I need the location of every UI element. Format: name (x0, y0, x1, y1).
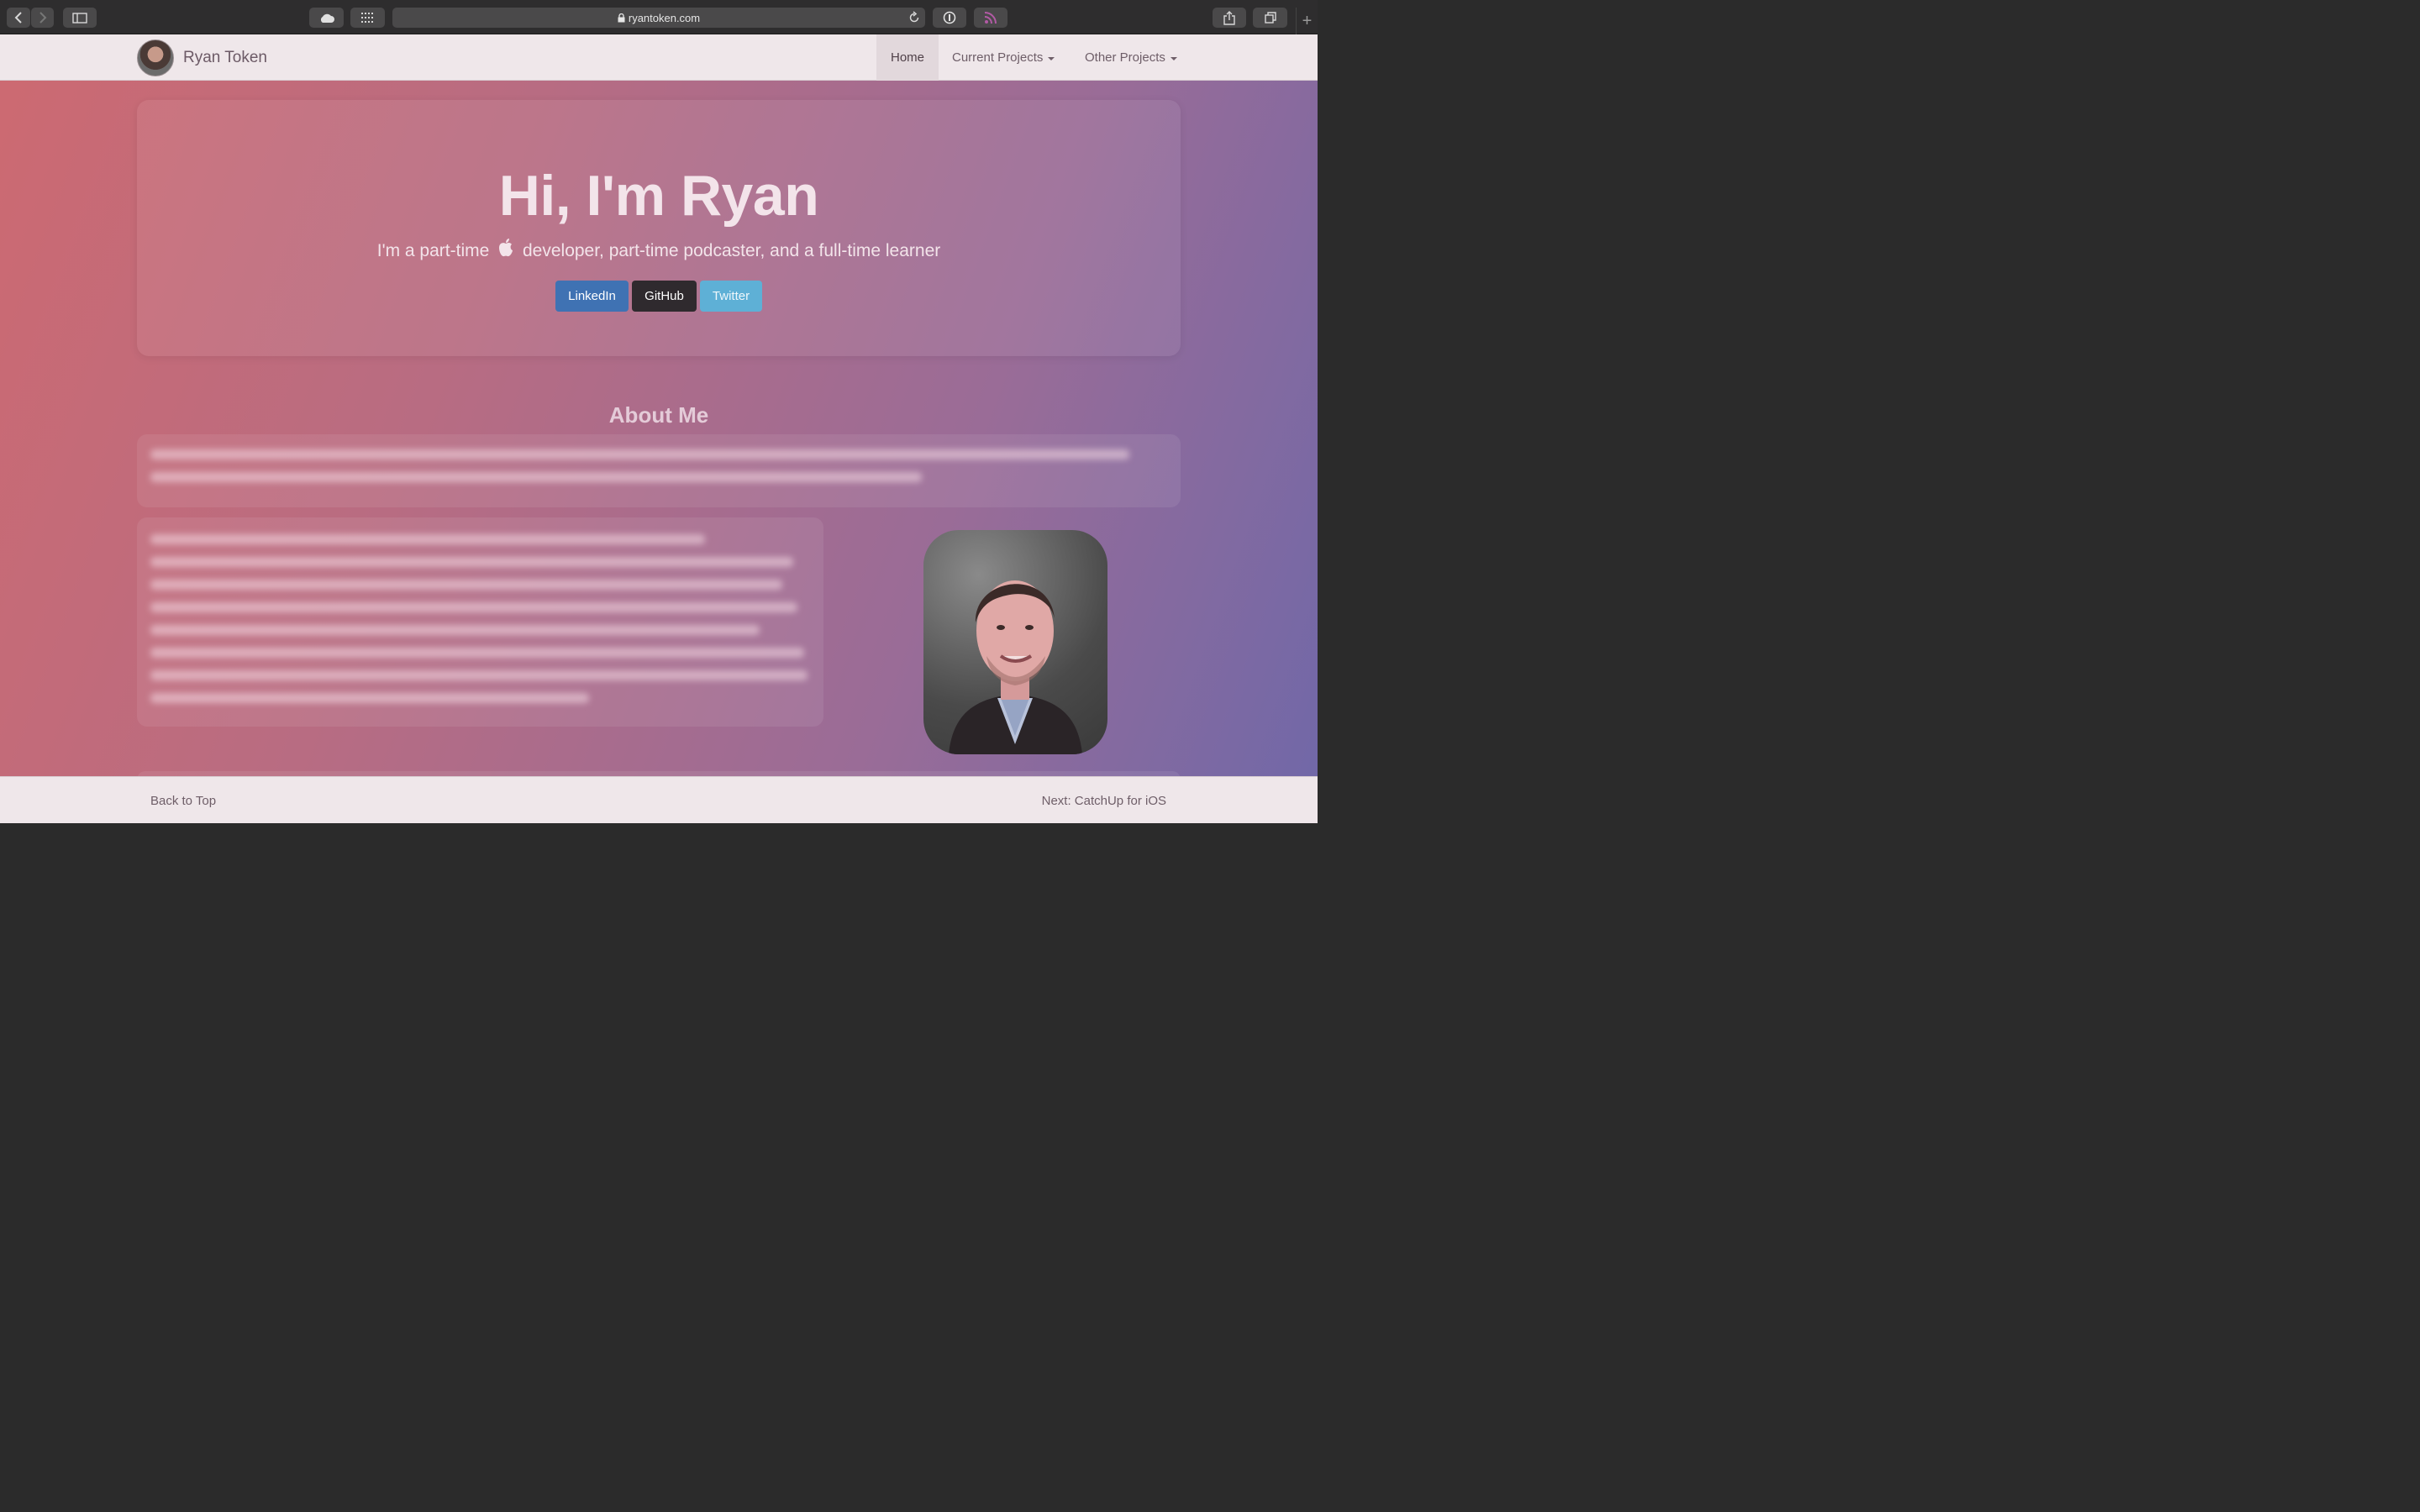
sidebar-icon (72, 12, 87, 24)
footer: Back to Top Next: CatchUp for iOS (0, 776, 1318, 823)
page: Ryan Token Home Current Projects Other P… (0, 34, 1318, 823)
icloud-button[interactable] (309, 8, 344, 28)
apple-icon (499, 239, 513, 257)
nav-current-projects-label: Current Projects (952, 50, 1044, 65)
grid-icon (360, 13, 373, 23)
navbar: Ryan Token Home Current Projects Other P… (0, 34, 1318, 81)
share-icon (1223, 10, 1235, 25)
hero-subtitle-end: developer, part-time podcaster, and a fu… (522, 241, 941, 260)
about-title: About Me (608, 402, 709, 428)
back-button[interactable] (7, 8, 30, 28)
address-bar[interactable]: ryantoken.com (392, 8, 925, 28)
twitter-button[interactable]: Twitter (700, 281, 762, 312)
rss-button[interactable] (974, 8, 1007, 28)
nav-other-projects[interactable]: Other Projects (1085, 34, 1177, 81)
about-hobbies-card (137, 517, 823, 727)
password-button[interactable] (933, 8, 966, 28)
forward-button[interactable] (31, 8, 54, 28)
forward-icon (39, 12, 46, 24)
nav-home[interactable]: Home (876, 34, 939, 81)
hero-title: Hi, I'm Ryan (498, 164, 819, 228)
chevron-down-icon (1170, 56, 1177, 60)
back-to-top-link[interactable]: Back to Top (150, 794, 216, 808)
profile-photo (923, 530, 1107, 754)
tabs-button[interactable] (1253, 8, 1287, 28)
rss-icon (984, 12, 997, 24)
hero-card: Hi, I'm Ryan I'm a part-time developer, … (137, 100, 1181, 356)
brand-name[interactable]: Ryan Token (183, 49, 267, 67)
reload-icon[interactable] (908, 11, 920, 24)
password-icon (943, 11, 956, 24)
browser-toolbar: ryantoken.com + (0, 0, 1318, 34)
icloud-icon (320, 13, 334, 23)
sidebar-button[interactable] (63, 8, 97, 28)
hero-subtitle-start: I'm a part-time (376, 241, 490, 260)
linkedin-button[interactable]: LinkedIn (555, 281, 629, 312)
nav-current-projects[interactable]: Current Projects (952, 34, 1055, 81)
nav-other-projects-label: Other Projects (1085, 50, 1165, 65)
about-intro-card (137, 434, 1181, 507)
back-icon (14, 12, 22, 24)
url-text: ryantoken.com (628, 11, 701, 24)
new-tab-icon[interactable]: + (1296, 8, 1318, 34)
lock-icon (618, 13, 625, 22)
grid-button[interactable] (350, 8, 385, 28)
chevron-down-icon (1048, 56, 1055, 60)
nav-home-label: Home (890, 50, 924, 65)
hero-subtitle: I'm a part-time developer, part-time pod… (137, 238, 1181, 261)
next-project-link[interactable]: Next: CatchUp for iOS (1042, 794, 1166, 808)
share-button[interactable] (1213, 8, 1246, 28)
github-button[interactable]: GitHub (632, 281, 697, 312)
tabs-icon (1264, 12, 1276, 24)
avatar[interactable] (137, 39, 174, 76)
